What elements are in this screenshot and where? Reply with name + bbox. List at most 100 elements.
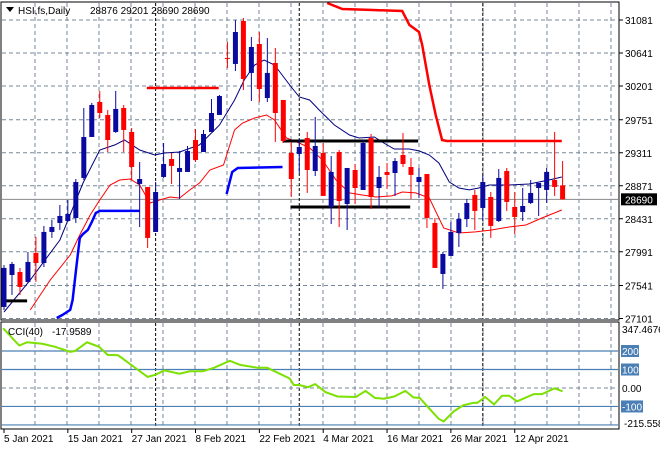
price-tick-label: 31081 — [625, 16, 653, 27]
candle-body — [352, 170, 358, 188]
candle-body — [376, 176, 382, 188]
candle-bullish — [448, 221, 454, 256]
candle-bullish — [9, 261, 15, 295]
candle-body — [448, 231, 454, 256]
triangle-down-icon[interactable] — [6, 7, 14, 12]
candle-bullish — [65, 200, 71, 222]
candle-body — [528, 192, 534, 203]
price-tick-label: 27991 — [625, 248, 653, 259]
candle-body — [9, 263, 15, 275]
candle-bullish — [201, 129, 206, 152]
candle-bullish — [480, 174, 486, 220]
candle-bullish — [1, 264, 7, 310]
candle-bearish — [97, 90, 103, 118]
candle-body — [177, 167, 183, 172]
cci-level-label: -100 — [622, 402, 642, 413]
candle-body — [408, 167, 414, 175]
candle-bullish — [216, 95, 222, 115]
candle-body — [440, 254, 446, 274]
candle-bullish — [264, 38, 270, 102]
cci-panel: 200 100 0.00 -100 347.4676 -215.558 — [2, 325, 660, 430]
candle-bullish — [208, 98, 214, 132]
price-tick-label: 30641 — [625, 49, 653, 60]
candle-bullish — [161, 143, 167, 178]
candle-bearish — [320, 143, 326, 196]
date-tick-label: 27 Jan 2021 — [132, 434, 187, 445]
candle-bullish — [113, 90, 119, 133]
candle-body — [472, 194, 478, 211]
candle-bullish — [57, 204, 63, 230]
date-tick-label: 16 Mar 2021 — [387, 434, 444, 445]
candle-body — [41, 231, 47, 263]
candle-bullish — [49, 219, 55, 238]
candle-bullish — [312, 116, 318, 176]
candle-bullish — [544, 167, 550, 203]
price-tick-label: 28431 — [625, 215, 653, 226]
candle-bullish — [25, 251, 31, 283]
candle-bullish — [520, 188, 526, 221]
candle-bullish — [73, 179, 79, 223]
candle-bullish — [464, 198, 470, 227]
candle-body — [25, 261, 31, 282]
candle-body — [504, 170, 510, 202]
candle-body — [169, 158, 175, 166]
candle-bearish — [288, 141, 294, 197]
candle-bearish — [256, 32, 262, 102]
candle-bullish — [456, 212, 462, 247]
price-tick-label: 27541 — [625, 282, 653, 293]
candle-bullish — [344, 167, 350, 230]
cci-max-label: 347.4676 — [622, 325, 660, 336]
candle-body — [57, 215, 63, 223]
candle-body — [400, 155, 406, 164]
candle-body — [216, 95, 222, 115]
candle-body — [105, 114, 111, 140]
candle-body — [121, 107, 127, 130]
candle-bearish — [424, 173, 430, 228]
candle-bearish — [169, 152, 175, 184]
candle-body — [536, 182, 542, 188]
candle-body — [208, 113, 214, 132]
candle-body — [368, 137, 374, 197]
cci-min-label: -215.558 — [624, 419, 660, 430]
ma-slow-line — [29, 114, 562, 311]
candle-body — [336, 152, 342, 201]
price-tick-label: 27101 — [625, 315, 653, 326]
candle-body — [232, 32, 238, 64]
candle-bearish — [224, 41, 230, 68]
cci-name-label: CCI(40) — [8, 327, 43, 338]
cci-value-label: -17.9589 — [52, 327, 92, 338]
candle-body — [480, 182, 486, 208]
candle-body — [560, 185, 566, 200]
candle-bearish — [336, 149, 342, 227]
candle-body — [456, 218, 462, 233]
date-tick-label: 22 Feb 2021 — [259, 434, 316, 445]
current-price-label: 28690 — [625, 195, 653, 206]
date-tick-label: 5 Jan 2021 — [4, 434, 54, 445]
candle-body — [544, 171, 550, 190]
price-tick-label: 29751 — [625, 116, 653, 127]
candle-bullish — [177, 150, 183, 199]
candle-bullish — [376, 165, 382, 207]
candle-bullish — [248, 36, 254, 101]
candle-body — [137, 179, 143, 184]
candle-bearish — [129, 128, 135, 180]
candle-bearish — [472, 189, 478, 230]
candle-bearish — [432, 218, 438, 268]
cci-panel-border — [0, 321, 620, 430]
candle-body — [145, 186, 151, 238]
candles-layer — [1, 17, 566, 310]
price-tick-label: 28871 — [625, 182, 653, 193]
candle-bullish — [392, 158, 398, 196]
candle-body — [296, 146, 302, 154]
candle-body — [201, 134, 206, 152]
candle-bullish — [328, 155, 334, 224]
candle-body — [33, 252, 39, 263]
candle-body — [416, 176, 422, 182]
candle-body — [392, 161, 398, 173]
symbol-label: HSI,fs,Daily — [18, 6, 70, 17]
step-red-2-line — [326, 1, 562, 143]
candle-body — [288, 152, 294, 179]
candle-bullish — [232, 20, 238, 71]
step-blue-2-line — [225, 165, 283, 195]
candle-body — [49, 227, 55, 232]
